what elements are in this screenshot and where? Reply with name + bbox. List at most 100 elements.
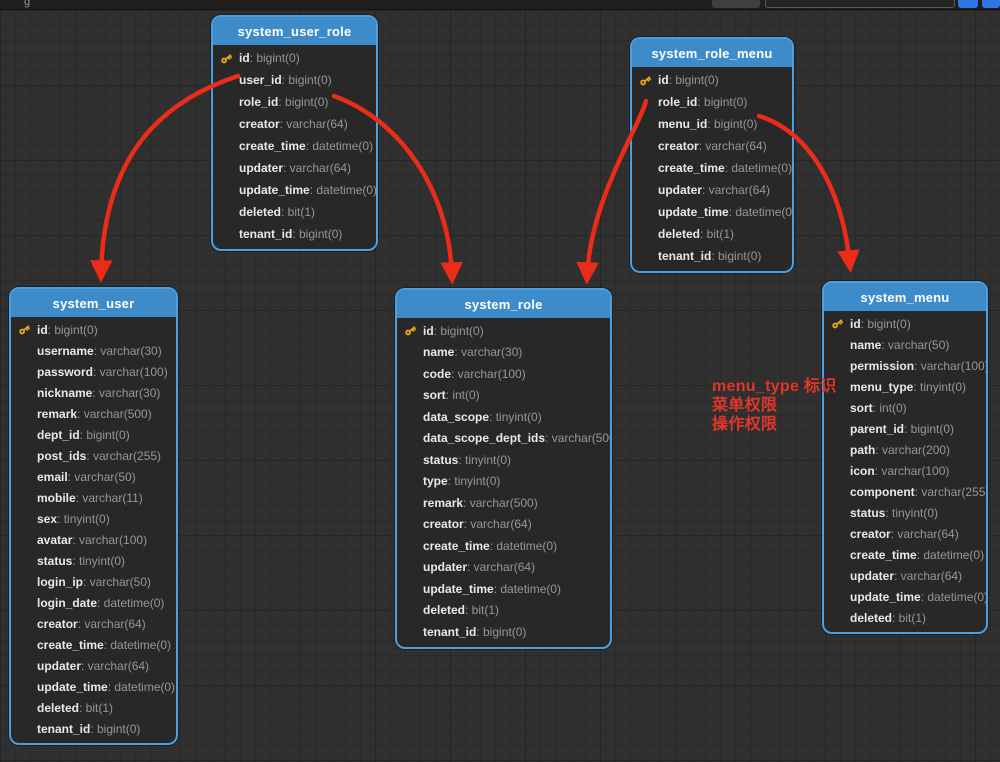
field-type: : tinyint(0) — [458, 453, 511, 467]
field-row-sort[interactable]: sort: int(0) — [397, 385, 610, 407]
field-row-parent_id[interactable]: parent_id: bigint(0) — [824, 418, 986, 439]
field-row-status[interactable]: status: tinyint(0) — [11, 550, 176, 571]
field-row-sex[interactable]: sex: tinyint(0) — [11, 508, 176, 529]
field-row-create_time[interactable]: create_time: datetime(0) — [213, 135, 376, 157]
table-system_user[interactable]: system_user id: bigint(0)username: varch… — [9, 287, 178, 745]
field-row-data_scope_dept_ids[interactable]: data_scope_dept_ids: varchar(500) — [397, 428, 610, 450]
primary-key-icon-slot — [639, 74, 658, 87]
field-row-data_scope[interactable]: data_scope: tinyint(0) — [397, 406, 610, 428]
field-row-permission[interactable]: permission: varchar(100) — [824, 355, 986, 376]
field-type: : bigint(0) — [476, 625, 526, 639]
field-row-update_time[interactable]: update_time: datetime(0) — [213, 179, 376, 201]
field-row-avatar[interactable]: avatar: varchar(100) — [11, 529, 176, 550]
field-row-tenant_id[interactable]: tenant_id: bigint(0) — [632, 245, 792, 267]
field-type: : datetime(0) — [725, 161, 792, 175]
field-row-update_time[interactable]: update_time: datetime(0) — [11, 676, 176, 697]
field-row-icon[interactable]: icon: varchar(100) — [824, 460, 986, 481]
field-row-id[interactable]: id: bigint(0) — [824, 313, 986, 334]
field-row-password[interactable]: password: varchar(100) — [11, 361, 176, 382]
table-system_role_menu[interactable]: system_role_menu id: bigint(0)role_id: b… — [630, 37, 794, 273]
field-type: : bigint(0) — [48, 323, 98, 337]
field-row-status[interactable]: status: tinyint(0) — [824, 502, 986, 523]
field-row-updater[interactable]: updater: varchar(64) — [397, 557, 610, 579]
field-row-id[interactable]: id: bigint(0) — [397, 320, 610, 342]
field-row-deleted[interactable]: deleted: bit(1) — [824, 607, 986, 628]
table-system_user_role[interactable]: system_user_role id: bigint(0)user_id: b… — [211, 15, 378, 251]
field-name: username — [37, 344, 94, 358]
primary-key-icon-slot — [18, 323, 37, 336]
toolbar-search-input[interactable] — [765, 0, 955, 8]
field-row-sort[interactable]: sort: int(0) — [824, 397, 986, 418]
toolbar-blue-button-1[interactable] — [958, 0, 978, 8]
field-row-username[interactable]: username: varchar(30) — [11, 340, 176, 361]
field-row-code[interactable]: code: varchar(100) — [397, 363, 610, 385]
field-row-deleted[interactable]: deleted: bit(1) — [11, 697, 176, 718]
table-system_role[interactable]: system_role id: bigint(0)name: varchar(3… — [395, 288, 612, 649]
field-row-tenant_id[interactable]: tenant_id: bigint(0) — [397, 621, 610, 643]
field-row-creator[interactable]: creator: varchar(64) — [632, 135, 792, 157]
field-row-role_id[interactable]: role_id: bigint(0) — [632, 91, 792, 113]
field-row-create_time[interactable]: create_time: datetime(0) — [11, 634, 176, 655]
field-row-remark[interactable]: remark: varchar(500) — [397, 492, 610, 514]
field-row-component[interactable]: component: varchar(255) — [824, 481, 986, 502]
field-row-id[interactable]: id: bigint(0) — [11, 319, 176, 340]
field-row-remark[interactable]: remark: varchar(500) — [11, 403, 176, 424]
field-row-path[interactable]: path: varchar(200) — [824, 439, 986, 460]
field-row-name[interactable]: name: varchar(50) — [824, 334, 986, 355]
field-row-id[interactable]: id: bigint(0) — [213, 47, 376, 69]
table-title[interactable]: system_user — [11, 289, 176, 317]
field-row-update_time[interactable]: update_time: datetime(0) — [397, 578, 610, 600]
field-row-creator[interactable]: creator: varchar(64) — [11, 613, 176, 634]
primary-key-icon — [639, 74, 652, 87]
field-row-menu_id[interactable]: menu_id: bigint(0) — [632, 113, 792, 135]
field-row-create_time[interactable]: create_time: datetime(0) — [397, 535, 610, 557]
field-row-menu_type[interactable]: menu_type: tinyint(0) — [824, 376, 986, 397]
field-row-tenant_id[interactable]: tenant_id: bigint(0) — [213, 223, 376, 245]
field-name: user_id — [239, 73, 282, 87]
field-row-updater[interactable]: updater: varchar(64) — [213, 157, 376, 179]
field-row-login_ip[interactable]: login_ip: varchar(50) — [11, 571, 176, 592]
field-row-mobile[interactable]: mobile: varchar(11) — [11, 487, 176, 508]
field-row-tenant_id[interactable]: tenant_id: bigint(0) — [11, 718, 176, 739]
field-row-post_ids[interactable]: post_ids: varchar(255) — [11, 445, 176, 466]
field-name: mobile — [37, 491, 76, 505]
field-type: : varchar(64) — [81, 659, 149, 673]
field-type: : datetime(0) — [490, 539, 557, 553]
field-type: : bit(1) — [465, 603, 499, 617]
field-row-update_time[interactable]: update_time: datetime(0) — [632, 201, 792, 223]
field-type: : tinyint(0) — [489, 410, 542, 424]
table-title[interactable]: system_user_role — [213, 17, 376, 45]
field-row-updater[interactable]: updater: varchar(64) — [632, 179, 792, 201]
field-row-deleted[interactable]: deleted: bit(1) — [213, 201, 376, 223]
field-row-update_time[interactable]: update_time: datetime(0) — [824, 586, 986, 607]
table-title[interactable]: system_menu — [824, 283, 986, 311]
field-row-updater[interactable]: updater: varchar(64) — [824, 565, 986, 586]
field-name: tenant_id — [423, 625, 476, 639]
field-row-nickname[interactable]: nickname: varchar(30) — [11, 382, 176, 403]
canvas-annotation[interactable]: menu_type 标识 菜单权限 操作权限 — [712, 377, 837, 434]
field-row-create_time[interactable]: create_time: datetime(0) — [824, 544, 986, 565]
table-title[interactable]: system_role — [397, 290, 610, 318]
field-row-creator[interactable]: creator: varchar(64) — [213, 113, 376, 135]
table-system_menu[interactable]: system_menu id: bigint(0)name: varchar(5… — [822, 281, 988, 634]
field-type: : datetime(0) — [494, 582, 561, 596]
field-row-email[interactable]: email: varchar(50) — [11, 466, 176, 487]
field-row-create_time[interactable]: create_time: datetime(0) — [632, 157, 792, 179]
field-row-updater[interactable]: updater: varchar(64) — [11, 655, 176, 676]
field-row-type[interactable]: type: tinyint(0) — [397, 471, 610, 493]
toolbar-gray-button[interactable] — [712, 0, 760, 8]
field-row-name[interactable]: name: varchar(30) — [397, 342, 610, 364]
field-row-creator[interactable]: creator: varchar(64) — [824, 523, 986, 544]
field-row-user_id[interactable]: user_id: bigint(0) — [213, 69, 376, 91]
toolbar-blue-button-2[interactable] — [982, 0, 1000, 8]
field-name: login_ip — [37, 575, 83, 589]
field-row-id[interactable]: id: bigint(0) — [632, 69, 792, 91]
primary-key-icon — [404, 324, 417, 337]
field-row-dept_id[interactable]: dept_id: bigint(0) — [11, 424, 176, 445]
field-row-login_date[interactable]: login_date: datetime(0) — [11, 592, 176, 613]
field-row-deleted[interactable]: deleted: bit(1) — [397, 600, 610, 622]
table-title[interactable]: system_role_menu — [632, 39, 792, 67]
field-row-deleted[interactable]: deleted: bit(1) — [632, 223, 792, 245]
field-row-creator[interactable]: creator: varchar(64) — [397, 514, 610, 536]
field-row-status[interactable]: status: tinyint(0) — [397, 449, 610, 471]
